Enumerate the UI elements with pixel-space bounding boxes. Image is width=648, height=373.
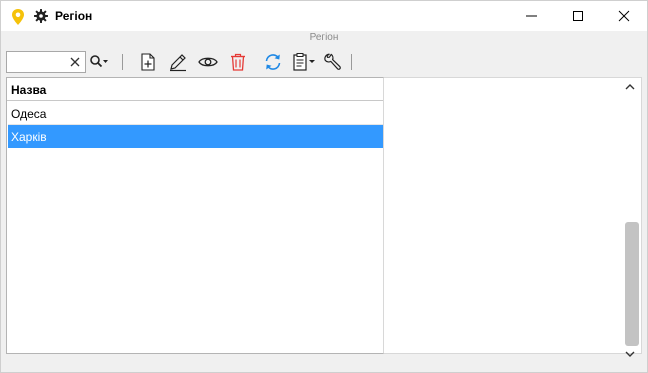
close-icon: [618, 10, 630, 22]
delete-trash-icon: [231, 53, 245, 71]
maximize-icon: [573, 11, 583, 21]
close-button[interactable]: [601, 1, 647, 31]
window-title: Регіон: [55, 9, 93, 23]
title-bar[interactable]: Регіон: [1, 1, 647, 31]
search-input[interactable]: [9, 54, 67, 70]
table-row[interactable]: Одеса: [8, 102, 383, 125]
main-window: Регіон Регіон Назва Одеса Харків: [0, 0, 648, 373]
edit-button[interactable]: [168, 52, 188, 72]
delete-button[interactable]: [228, 52, 248, 72]
search-field[interactable]: [6, 51, 86, 73]
vertical-scrollbar-thumb[interactable]: [625, 222, 639, 346]
refresh-icon: [265, 54, 281, 70]
table-row-selected[interactable]: Харків: [8, 125, 383, 148]
region-table: Назва Одеса Харків: [6, 77, 384, 354]
wrench-icon: [324, 53, 341, 70]
toolbar-separator: [122, 54, 123, 70]
scroll-up-icon[interactable]: [623, 81, 637, 93]
form-subtitle: Регіон: [309, 32, 339, 43]
clear-search-icon[interactable]: [70, 57, 80, 67]
refresh-button[interactable]: [263, 52, 283, 72]
gear-icon[interactable]: [34, 9, 48, 23]
column-header-name[interactable]: Назва: [7, 78, 383, 101]
add-document-icon: [141, 53, 155, 71]
edit-pencil-icon: [170, 54, 186, 72]
detail-panel: [384, 77, 642, 354]
map-pin-icon: [12, 9, 24, 25]
minimize-icon: [526, 15, 537, 17]
row-cell-name: Одеса: [11, 107, 47, 121]
toolbar-separator: [351, 54, 352, 70]
clipboard-menu-button[interactable]: [291, 52, 319, 72]
row-cell-name: Харків: [11, 130, 47, 144]
column-header-label: Назва: [11, 83, 47, 97]
maximize-button[interactable]: [555, 1, 601, 31]
add-button[interactable]: [138, 52, 158, 72]
scroll-down-icon[interactable]: [623, 348, 637, 360]
settings-button[interactable]: [322, 52, 342, 72]
clipboard-dropdown-icon: [293, 53, 315, 71]
view-eye-icon: [198, 57, 218, 67]
minimize-button[interactable]: [509, 1, 555, 31]
view-button[interactable]: [198, 52, 218, 72]
search-dropdown-icon[interactable]: [89, 54, 109, 70]
